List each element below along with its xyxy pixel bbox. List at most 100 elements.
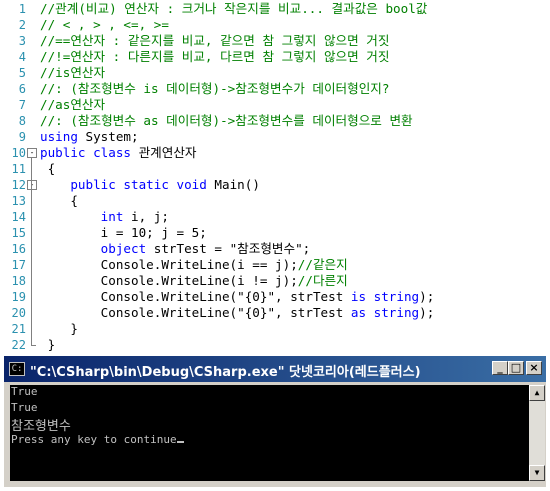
- code-text: //관계(비교) 연산자 : 크거나 작은지를 비교... 결과값은 bool값: [40, 1, 427, 17]
- keyword-token: is string: [350, 289, 420, 304]
- code-text: Console.WriteLine(i == j);//같은지: [40, 257, 348, 273]
- code-line[interactable]: 1 //관계(비교) 연산자 : 크거나 작은지를 비교... 결과값은 bool…: [0, 1, 550, 17]
- comment-token: //다른지: [297, 273, 348, 288]
- scroll-down-arrow-icon[interactable]: ▼: [529, 465, 545, 481]
- code-line[interactable]: 8 //: (참조형변수 as 데이터형)->참조형변수를 데이터형으로 변환: [0, 113, 550, 129]
- code-line[interactable]: 22 }: [0, 337, 550, 353]
- fold-guide-line: [31, 157, 32, 345]
- code-text: public static void Main(): [40, 177, 260, 193]
- code-line[interactable]: 9 using System;: [0, 129, 550, 145]
- code-token: Console.WriteLine("{0}", strTest: [40, 305, 351, 320]
- line-number: 2: [18, 18, 26, 32]
- minimize-button[interactable]: _: [492, 361, 508, 375]
- collapse-toggle-icon[interactable]: -: [27, 148, 37, 158]
- line-number: 12: [11, 178, 26, 192]
- line-number: 4: [18, 50, 26, 64]
- code-line[interactable]: 20 Console.WriteLine("{0}", strTest as s…: [0, 305, 550, 321]
- line-number: 20: [11, 306, 26, 320]
- console-title: "C:\CSharp\bin\Debug\CSharp.exe" 닷넷코리아(레…: [30, 365, 421, 380]
- vertical-scrollbar[interactable]: ▲ ▼: [529, 385, 545, 481]
- code-line[interactable]: 21 }: [0, 321, 550, 337]
- code-line[interactable]: 15 i = 10; j = 5;: [0, 225, 550, 241]
- output-line-2: True: [11, 401, 38, 414]
- code-line[interactable]: 13 {: [0, 193, 550, 209]
- line-number: 1: [18, 2, 26, 16]
- console-frame: True True 참조형변수 Press any key to continu…: [4, 382, 546, 487]
- line-number: 19: [11, 290, 26, 304]
- comment-token: //관계(비교) 연산자 : 크거나 작은지를 비교... 결과값은 bool값: [40, 1, 428, 16]
- code-text: //: (참조형변수 is 데이터형)->참조형변수가 데이터형인지?: [40, 81, 389, 97]
- code-text: }: [40, 321, 78, 337]
- code-token: i = 10; j = 5;: [40, 225, 207, 240]
- line-number: 14: [11, 210, 26, 224]
- code-line[interactable]: 18 Console.WriteLine(i != j);//다른지: [0, 273, 550, 289]
- line-number: 9: [18, 130, 26, 144]
- console-app-icon[interactable]: C:: [9, 362, 25, 376]
- comment-token: //==연산자 : 같은지를 비교, 같으면 참 그렇지 않으면 거짓: [40, 33, 390, 48]
- code-line[interactable]: 16 object strTest = "참조형변수";: [0, 241, 550, 257]
- code-token: strTest = "참조형변수";: [146, 241, 311, 256]
- code-text: public class 관계연산자: [40, 145, 197, 161]
- fold-end-marker: [31, 345, 36, 346]
- code-line[interactable]: 3 //==연산자 : 같은지를 비교, 같으면 참 그렇지 않으면 거짓: [0, 33, 550, 49]
- console-title-bar[interactable]: C: "C:\CSharp\bin\Debug\CSharp.exe" 닷넷코리…: [4, 356, 546, 382]
- output-line-1: True: [11, 385, 38, 398]
- line-number: 15: [11, 226, 26, 240]
- scroll-up-arrow-icon[interactable]: ▲: [529, 385, 545, 401]
- code-line[interactable]: 14 int i, j;: [0, 209, 550, 225]
- comment-token: //!=연산자 : 다른지를 비교, 다르면 참 그렇지 않으면 거짓: [40, 49, 390, 64]
- code-line[interactable]: 4 //!=연산자 : 다른지를 비교, 다르면 참 그렇지 않으면 거짓: [0, 49, 550, 65]
- collapse-toggle-icon[interactable]: -: [27, 180, 37, 190]
- code-text: Console.WriteLine("{0}", strTest is stri…: [40, 289, 435, 305]
- code-token: Console.WriteLine(i != j);: [40, 273, 298, 288]
- code-line[interactable]: 2 // < , > , <=, >=: [0, 17, 550, 33]
- code-token: 관계연산자: [131, 145, 197, 160]
- line-number: 18: [11, 274, 26, 288]
- text-cursor: [176, 441, 184, 443]
- code-text: Console.WriteLine(i != j);//다른지: [40, 273, 348, 289]
- code-line[interactable]: 5 //is연산자: [0, 65, 550, 81]
- code-line[interactable]: 17 Console.WriteLine(i == j);//같은지: [0, 257, 550, 273]
- line-number: 3: [18, 34, 26, 48]
- code-line[interactable]: 10- public class 관계연산자: [0, 145, 550, 161]
- code-token: Console.WriteLine(i == j);: [40, 257, 298, 272]
- line-number: 8: [18, 114, 26, 128]
- comment-token: //is연산자: [40, 65, 106, 80]
- code-token: System;: [77, 129, 139, 144]
- code-text: object strTest = "참조형변수";: [40, 241, 311, 257]
- code-text: using System;: [40, 129, 139, 145]
- code-line[interactable]: 11 {: [0, 161, 550, 177]
- line-number: 21: [11, 322, 26, 336]
- code-text: //==연산자 : 같은지를 비교, 같으면 참 그렇지 않으면 거짓: [40, 33, 389, 49]
- code-token: {: [40, 161, 56, 176]
- code-line[interactable]: 12- public static void Main(): [0, 177, 550, 193]
- code-token: );: [419, 289, 435, 304]
- code-editor[interactable]: 1 //관계(비교) 연산자 : 크거나 작은지를 비교... 결과값은 bool…: [0, 0, 550, 352]
- code-text: int i, j;: [40, 209, 169, 225]
- code-text: i = 10; j = 5;: [40, 225, 207, 241]
- keyword-token: public static void: [70, 177, 207, 192]
- line-number: 13: [11, 194, 26, 208]
- code-line[interactable]: 7 //as연산자: [0, 97, 550, 113]
- code-text: {: [40, 193, 78, 209]
- keyword-token: int: [100, 209, 124, 224]
- code-token: Main(): [206, 177, 260, 192]
- code-token: {: [40, 193, 78, 208]
- console-window: C: "C:\CSharp\bin\Debug\CSharp.exe" 닷넷코리…: [0, 356, 550, 491]
- keyword-token: public class: [40, 145, 131, 160]
- code-line[interactable]: 6 //: (참조형변수 is 데이터형)->참조형변수가 데이터형인지?: [0, 81, 550, 97]
- comment-token: // < , > , <=, >=: [40, 17, 169, 32]
- line-number: 22: [11, 338, 26, 352]
- comment-token: //같은지: [297, 257, 348, 272]
- close-button[interactable]: ×: [526, 361, 542, 375]
- code-line[interactable]: 19 Console.WriteLine("{0}", strTest is s…: [0, 289, 550, 305]
- console-output[interactable]: True True 참조형변수 Press any key to continu…: [10, 385, 529, 481]
- maximize-button[interactable]: □: [508, 361, 524, 375]
- code-text: // < , > , <=, >=: [40, 17, 169, 33]
- keyword-token: as string: [350, 305, 420, 320]
- line-number: 5: [18, 66, 26, 80]
- line-number: 10: [11, 146, 26, 160]
